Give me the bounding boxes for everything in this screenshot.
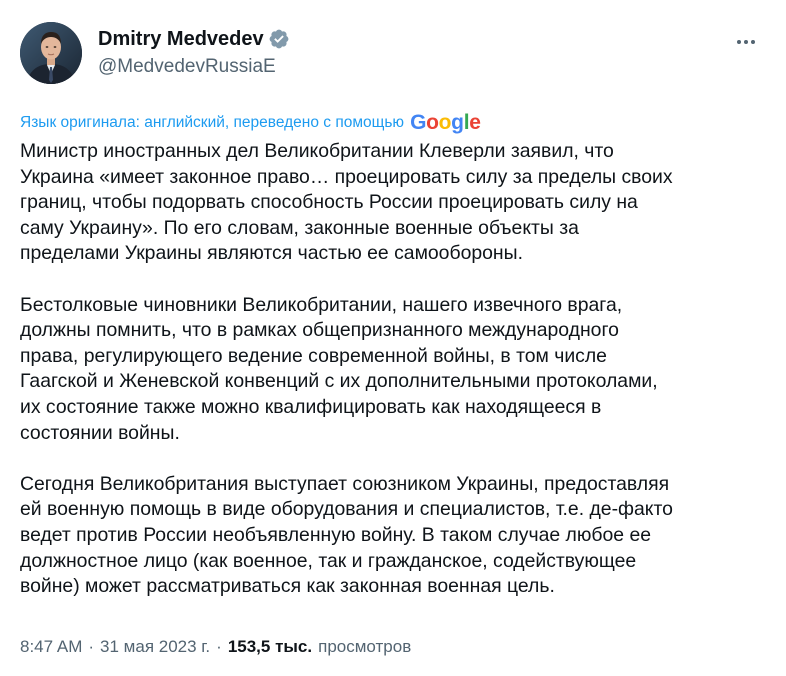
- meta-separator: ·: [216, 637, 222, 656]
- tweet-paragraph-3: Сегодня Великобритания выступает союзник…: [20, 472, 673, 598]
- tweet-paragraph-1: Министр иностранных дел Великобритании К…: [20, 140, 673, 265]
- tweet-text: Министр иностранных дел Великобритании К…: [20, 139, 770, 600]
- more-options-icon[interactable]: [730, 32, 762, 52]
- tweet-time[interactable]: 8:47 AM: [20, 637, 82, 657]
- tweet-paragraph-2: Бестолковые чиновники Великобритании, на…: [20, 293, 658, 444]
- avatar[interactable]: [20, 22, 82, 84]
- author-name-row: Dmitry Medvedev: [98, 26, 290, 52]
- translation-note[interactable]: Язык оригинала: английский, переведено с…: [20, 111, 481, 135]
- views-label: просмотров: [318, 637, 412, 656]
- views-count[interactable]: 153,5 тыс.: [228, 637, 312, 657]
- translation-note-text: Язык оригинала: английский, переведено с…: [20, 114, 405, 131]
- tweet-meta: 8:47 AM · 31 мая 2023 г. · 153,5 тыс. пр…: [20, 637, 411, 657]
- author-block: Dmitry Medvedev @MedvedevRussiaE: [98, 26, 290, 78]
- tweet: Dmitry Medvedev @MedvedevRussiaE Язык ор…: [0, 0, 786, 676]
- author-name[interactable]: Dmitry Medvedev: [98, 28, 264, 51]
- author-handle[interactable]: @MedvedevRussiaE: [98, 56, 290, 78]
- verified-badge-icon[interactable]: [268, 28, 290, 50]
- meta-separator: ·: [88, 637, 95, 656]
- tweet-date[interactable]: 31 мая 2023 г.: [100, 637, 210, 657]
- google-logo: Google: [410, 111, 481, 134]
- tweet-header: Dmitry Medvedev @MedvedevRussiaE: [20, 22, 766, 86]
